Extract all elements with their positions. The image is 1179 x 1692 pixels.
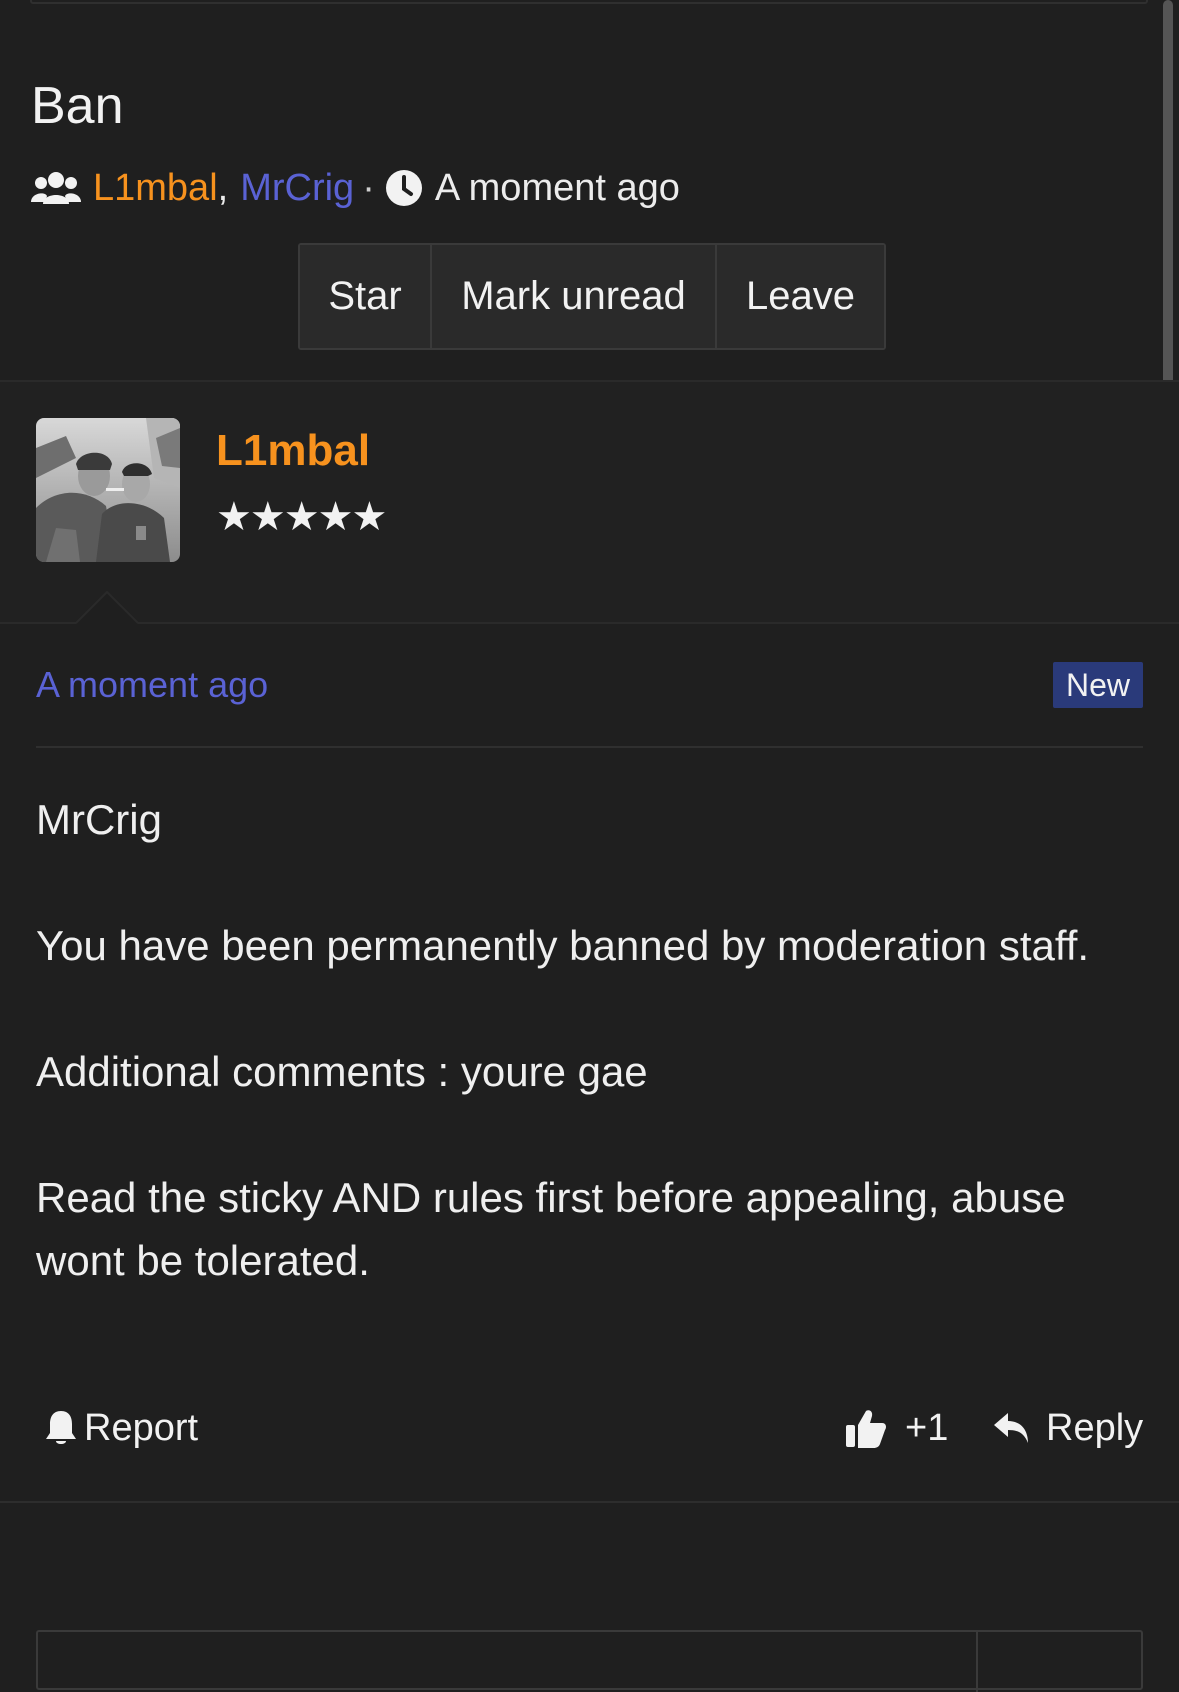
thread-time: A moment ago — [434, 166, 680, 209]
post-actions: Report +1 Reply — [0, 1400, 1179, 1456]
thread-actions: Star Mark unread Leave — [298, 243, 886, 350]
report-label: Report — [84, 1406, 199, 1449]
divider — [36, 746, 1143, 748]
post-paragraph: MrCrig — [36, 796, 162, 843]
thread-title: Ban — [31, 77, 124, 135]
meta-separator: · — [362, 166, 375, 209]
mark-unread-button[interactable]: Mark unread — [432, 245, 717, 348]
divider — [0, 622, 1179, 624]
post-paragraph: You have been permanently banned by mode… — [36, 922, 1090, 969]
bell-icon — [44, 1409, 84, 1447]
previous-panel-edge — [30, 0, 1148, 4]
thread-meta: L1mbal, MrCrig · A moment ago — [31, 163, 680, 213]
post-timestamp[interactable]: A moment ago — [36, 661, 268, 709]
post-paragraph: Read the sticky AND rules first before a… — [36, 1174, 1066, 1284]
composer-divider — [976, 1632, 978, 1692]
participant-link[interactable]: MrCrig — [240, 167, 354, 210]
author-name[interactable]: L1mbal — [216, 425, 370, 477]
reply-button[interactable]: Reply — [992, 1400, 1143, 1456]
report-button[interactable]: Report — [44, 1400, 198, 1456]
post-paragraph: Additional comments : youre gae — [36, 1048, 648, 1095]
reply-label: Reply — [1046, 1406, 1144, 1449]
clock-icon — [385, 169, 423, 207]
upvote-button[interactable]: +1 — [845, 1400, 948, 1456]
post-body: MrCrig You have been permanently banned … — [36, 788, 1136, 1292]
reply-icon — [992, 1411, 1036, 1445]
author-rank-stars: ★★★★★ — [216, 495, 387, 539]
composer-box[interactable] — [36, 1630, 1143, 1692]
vote-count: +1 — [905, 1406, 949, 1449]
avatar[interactable] — [36, 418, 180, 562]
participant-link[interactable]: L1mbal — [93, 167, 218, 210]
users-icon — [31, 170, 81, 206]
star-button[interactable]: Star — [300, 245, 432, 348]
speech-pointer — [76, 591, 138, 624]
participant-separator: , — [217, 166, 229, 209]
leave-button[interactable]: Leave — [717, 245, 884, 348]
divider — [0, 1501, 1179, 1503]
thumbs-up-icon — [845, 1407, 893, 1449]
new-badge: New — [1052, 662, 1143, 708]
